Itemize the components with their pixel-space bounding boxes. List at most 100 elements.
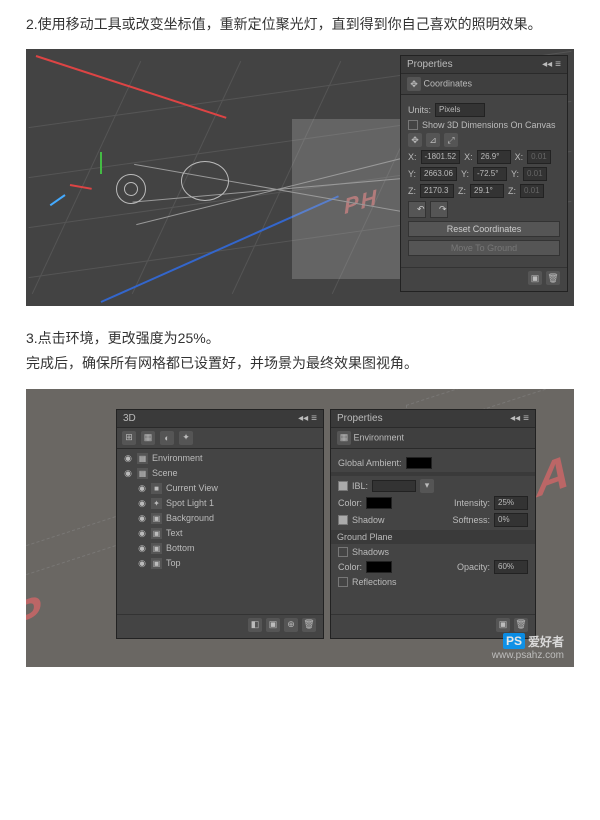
x-angle-label: X: [464, 152, 473, 162]
tree-row-scene[interactable]: ◉▦Scene [121, 466, 319, 481]
units-label: Units: [408, 105, 431, 115]
eye-icon[interactable]: ◉ [137, 513, 147, 524]
ibl-checkbox[interactable] [338, 481, 348, 491]
scene-icon: ▦ [137, 468, 148, 479]
section-divider [331, 472, 535, 476]
trash-icon[interactable]: 🗑 [302, 618, 316, 632]
collapse-icon[interactable]: ◂◂ [510, 413, 520, 424]
z-label: Z: [408, 186, 416, 196]
eye-icon[interactable]: ◉ [137, 498, 147, 509]
filter-mesh-icon[interactable]: ▦ [141, 431, 155, 445]
shadows-checkbox[interactable] [338, 547, 348, 557]
ground-plane-section: Ground Plane [331, 530, 535, 544]
eye-icon[interactable]: ◉ [123, 468, 133, 479]
coords-icon: ✥ [407, 77, 421, 91]
eye-icon[interactable]: ◉ [137, 528, 147, 539]
panel-subheader: ▦ Environment [331, 428, 535, 449]
shadow-checkbox[interactable] [338, 515, 348, 525]
panel-controls: ◂◂ ≡ [542, 59, 561, 70]
show3d-checkbox[interactable] [408, 120, 418, 130]
menu-icon[interactable]: ≡ [311, 413, 317, 424]
step-2-text: 2.使用移动工具或改变坐标值，重新定位聚光灯，直到得到你自己喜欢的照明效果。 [0, 0, 600, 49]
tree-row-bottom[interactable]: ◉▣Bottom [135, 541, 319, 556]
step-3b: 完成后，确保所有网格都已设置好，并场景为最终效果图视角。 [26, 351, 574, 376]
panel-subtitle: Coordinates [424, 79, 473, 89]
y-scale-input[interactable]: 0.01 [523, 167, 547, 181]
reset-coords-button[interactable]: Reset Coordinates [408, 221, 560, 237]
eye-icon[interactable]: ◉ [137, 483, 147, 494]
render-icon[interactable]: ▣ [266, 618, 280, 632]
units-select[interactable]: Pixels [435, 103, 485, 117]
ambient-swatch[interactable] [406, 457, 432, 469]
tree-row-background[interactable]: ◉▣Background [135, 511, 319, 526]
ibl-texture[interactable] [372, 480, 416, 492]
panel-tab[interactable]: Properties ◂◂≡ [331, 410, 535, 428]
pos-icon[interactable]: ✥ [408, 133, 422, 147]
reflections-checkbox[interactable] [338, 577, 348, 587]
tree-row-currentview[interactable]: ◉■Current View [135, 481, 319, 496]
z-scale-label: Z: [508, 186, 516, 196]
y-pos-input[interactable]: 2663.06 [420, 167, 457, 181]
tree-row-environment[interactable]: ◉▦Environment [121, 451, 319, 466]
intensity-input[interactable]: 25% [494, 496, 528, 510]
eye-icon[interactable]: ◉ [123, 453, 133, 464]
color-swatch[interactable] [366, 497, 392, 509]
ground-color-swatch[interactable] [366, 561, 392, 573]
collapse-icon[interactable]: ◂◂ [542, 59, 552, 70]
trash-icon[interactable]: 🗑 [514, 618, 528, 632]
filter-row: ⊞ ▦ ◐ ✦ [117, 428, 323, 449]
panel-tab[interactable]: Properties ◂◂ ≡ [401, 56, 567, 74]
menu-icon[interactable]: ≡ [523, 413, 529, 424]
tree-label: Spot Light 1 [166, 498, 214, 508]
rot-icon[interactable]: ⊿ [426, 133, 440, 147]
step-3-text: 3.点击环境，更改强度为25%。 完成后，确保所有网格都已设置好，并场景为最终效… [0, 314, 600, 388]
new-icon[interactable]: ⊕ [284, 618, 298, 632]
z-rot-input[interactable]: 29.1° [470, 184, 504, 198]
z-pos-input[interactable]: 2170.3 [420, 184, 454, 198]
tree-row-spotlight[interactable]: ◉✦Spot Light 1 [135, 496, 319, 511]
menu-icon[interactable]: ≡ [555, 59, 561, 70]
x-pos-input[interactable]: -1801.52 [421, 150, 461, 164]
gizmo-z-icon[interactable] [50, 194, 66, 206]
reflections-label: Reflections [352, 577, 397, 587]
shadows-label: Shadows [352, 547, 389, 557]
move-ground-button[interactable]: Move To Ground [408, 240, 560, 256]
collapse-icon[interactable]: ◂◂ [298, 413, 308, 424]
eye-icon[interactable]: ◉ [137, 558, 147, 569]
y-rot-input[interactable]: -72.5° [473, 167, 507, 181]
env-icon: ▦ [137, 453, 148, 464]
eye-icon[interactable]: ◉ [137, 543, 147, 554]
filter-light-icon[interactable]: ✦ [179, 431, 193, 445]
text-mesh: P [26, 584, 39, 647]
panel-subheader: ✥ Coordinates [401, 74, 567, 95]
softness-input[interactable]: 0% [494, 513, 528, 527]
render-icon[interactable]: ▣ [528, 271, 542, 285]
ibl-menu-icon[interactable]: ▾ [420, 479, 434, 493]
panel-icon[interactable]: ◧ [248, 618, 262, 632]
panel-tab[interactable]: 3D ◂◂≡ [117, 410, 323, 428]
trash-icon[interactable]: 🗑 [546, 271, 560, 285]
intensity-label: Intensity: [454, 498, 490, 508]
camera-icon: ■ [151, 483, 162, 494]
env-body: Global Ambient: IBL: ▾ Color: Intensity:… [331, 449, 535, 595]
undo-button[interactable]: ↶ [408, 201, 426, 218]
x-scale-input[interactable]: 0.01 [527, 150, 551, 164]
panel-title: Properties [407, 59, 453, 70]
opacity-input[interactable]: 60% [494, 560, 528, 574]
tree-row-top[interactable]: ◉▣Top [135, 556, 319, 571]
tree-row-text[interactable]: ◉▣Text [135, 526, 319, 541]
global-ambient-label: Global Ambient: [338, 458, 402, 468]
filter-mat-icon[interactable]: ◐ [160, 431, 174, 445]
render-icon[interactable]: ▣ [496, 618, 510, 632]
gizmo-y-icon[interactable] [100, 152, 102, 174]
mesh-icon: ▣ [151, 528, 162, 539]
filter-all-icon[interactable]: ⊞ [122, 431, 136, 445]
watermark-url: www.psahz.com [492, 650, 564, 661]
scale-icon[interactable]: ⤢ [444, 133, 458, 147]
redo-button[interactable]: ↷ [430, 201, 448, 218]
y-scale-label: Y: [511, 169, 519, 179]
watermark-brand: 爱好者 [528, 633, 564, 650]
color-label: Color: [338, 498, 362, 508]
x-rot-input[interactable]: 26.9° [477, 150, 511, 164]
z-scale-input[interactable]: 0.01 [520, 184, 544, 198]
